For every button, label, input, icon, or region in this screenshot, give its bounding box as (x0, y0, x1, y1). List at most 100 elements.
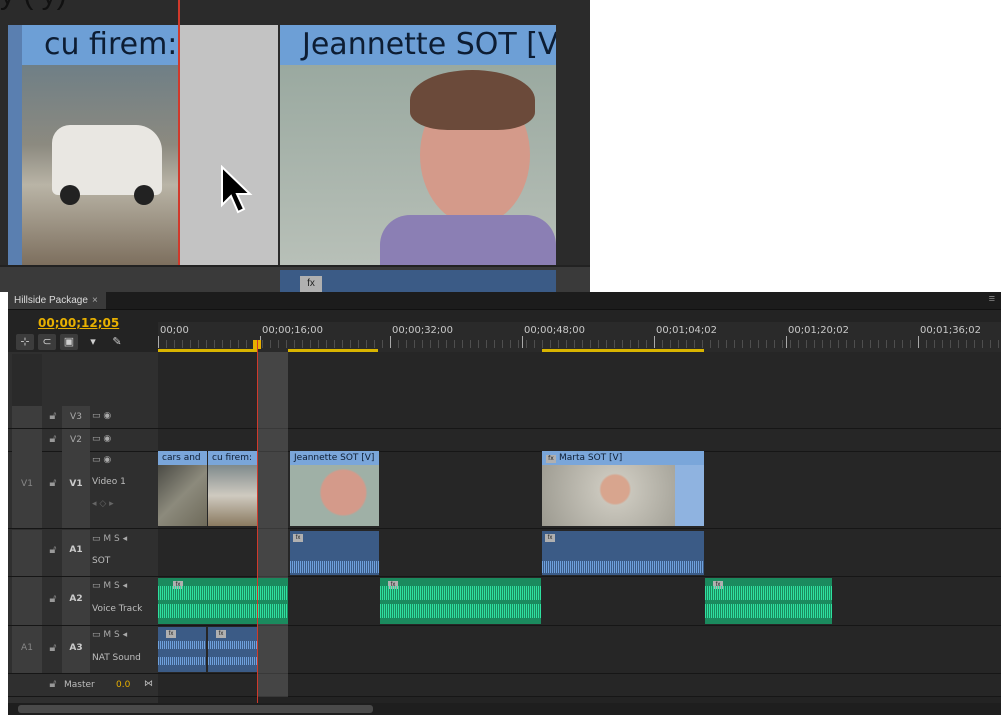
audio-clip-nat-1[interactable]: fx (158, 627, 206, 672)
ruler-major-tick (522, 336, 523, 348)
mute-button[interactable]: M (103, 534, 111, 544)
ruler-label: 00;01;20;02 (788, 325, 850, 336)
track-name-v1: Video 1 (92, 477, 126, 487)
keyframe-nav-icons[interactable]: ◂ ◇ ▸ (92, 499, 114, 509)
add-marker-icon[interactable]: ▣ (60, 334, 78, 350)
linked-selection-icon[interactable]: ⊂ (38, 334, 56, 350)
fx-badge: fx (545, 534, 555, 542)
track-row-a1: 🔓︎ A1 ▭ M S ◂ SOT (8, 530, 1001, 577)
track-audio-controls[interactable]: ▭ M S ◂ (92, 534, 127, 544)
solo-button[interactable]: S (114, 630, 120, 640)
video-clip-cars-and[interactable]: cars and (158, 451, 207, 526)
audio-waveform (208, 641, 258, 649)
zoom-clip-edge (8, 25, 22, 265)
zoomed-timeline-preview: y ( y) cu firem: Jeannette SOT [V] (0, 0, 590, 292)
lock-icon[interactable]: 🔓︎ (44, 433, 62, 446)
wrench-icon[interactable]: ✎ (108, 334, 126, 350)
zoom-thumbnail-jeannette (280, 65, 556, 265)
audio-waveform (290, 561, 379, 573)
solo-button[interactable]: S (114, 534, 120, 544)
zoom-clip-label: cu firem: (44, 27, 178, 62)
track-audio-controls[interactable]: ▭ M S ◂ (92, 630, 127, 640)
track-source-slot (12, 577, 42, 625)
audio-clip-voice-3[interactable]: fx (705, 578, 832, 624)
timeline-panel: Hillside Package × ≡ 00;00;12;05 ⊹ ⊂ ▣ ▾ … (8, 292, 1001, 715)
audio-waveform (705, 604, 832, 618)
tab-close-icon[interactable]: × (92, 295, 98, 306)
track-name-a1: SOT (92, 556, 111, 566)
track-target-a1[interactable]: A1 (62, 530, 90, 576)
audio-clip-nat-2[interactable]: fx (208, 627, 258, 672)
track-target-a3[interactable]: A3 (62, 626, 90, 673)
audio-clip-marta[interactable]: fx (542, 531, 704, 575)
solo-button[interactable]: S (114, 581, 120, 591)
mute-button[interactable]: M (103, 630, 111, 640)
fx-badge: fx (293, 534, 303, 542)
playhead-line[interactable] (257, 340, 258, 703)
track-row-v2: 🔓︎ V2 ▭ ◉ (8, 429, 1001, 452)
audio-clip-jeannette[interactable]: fx (290, 531, 379, 575)
clip-thumbnail (542, 465, 675, 526)
track-target-v3[interactable]: V3 (62, 406, 90, 428)
shirt-shape (380, 215, 556, 265)
panel-menu-icon[interactable]: ≡ (989, 293, 995, 305)
time-ruler[interactable]: 00;00 00;00;16;00 00;00;32;00 00;00;48;0… (158, 322, 1001, 353)
track-target-a2[interactable]: A2 (62, 577, 90, 625)
zoom-audio-clip: fx (280, 270, 556, 292)
video-clip-jeannette[interactable]: Jeannette SOT [V] (290, 451, 379, 526)
panel-tab-bar: Hillside Package × ≡ (8, 292, 1001, 310)
fx-badge: fx (166, 630, 176, 638)
track-output-icons[interactable]: ▭ ◉ (92, 434, 111, 444)
zoom-clip-jeannette: Jeannette SOT [V] (280, 25, 556, 265)
source-patch-a1[interactable]: A1 (12, 626, 42, 673)
fx-badge: fx (300, 276, 322, 292)
master-volume[interactable]: 0.0 (116, 680, 130, 690)
ruler-major-tick (390, 336, 391, 348)
track-row-a3: A1 🔓︎ A3 ▭ M S ◂ NAT Sound (8, 626, 1001, 674)
track-target-v2[interactable]: V2 (62, 429, 90, 451)
lock-icon[interactable]: 🔓︎ (44, 544, 62, 557)
playhead-timecode[interactable]: 00;00;12;05 (38, 316, 119, 330)
track-row-master: 🔓︎ Master 0.0 ⋈ (8, 674, 1001, 697)
clip-label: cu firem: (208, 451, 258, 465)
track-source-slot (12, 530, 42, 576)
track-output-icons[interactable]: ▭ ◉ (92, 411, 111, 421)
lock-icon[interactable]: 🔓︎ (44, 477, 62, 490)
tab-hillside-package[interactable]: Hillside Package × (8, 292, 106, 309)
track-target-v1[interactable]: V1 (62, 451, 90, 528)
audio-waveform (542, 561, 704, 573)
source-patch-v1[interactable]: V1 (12, 451, 42, 528)
horizontal-scrollbar[interactable] (8, 703, 1001, 715)
audio-waveform (158, 641, 206, 649)
audio-clip-voice-2[interactable]: fx (380, 578, 541, 624)
video-clip-marta[interactable]: fx Marta SOT [V] (542, 451, 704, 526)
ruler-label: 00;00 (160, 325, 189, 336)
video-clip-cu-firem[interactable]: cu firem: (208, 451, 258, 526)
zoom-clip-cu-firem: cu firem: (22, 25, 178, 265)
zoom-playhead (178, 0, 180, 292)
audio-waveform (208, 657, 258, 665)
zoom-thumbnail-cars (22, 65, 178, 265)
marker-icon[interactable]: ▾ (84, 334, 102, 350)
clip-label: fx Marta SOT [V] (542, 451, 704, 465)
track-audio-controls[interactable]: ▭ M S ◂ (92, 581, 127, 591)
audio-waveform (158, 604, 288, 618)
audio-waveform (380, 586, 541, 600)
scrollbar-thumb[interactable] (18, 705, 373, 713)
snap-icon[interactable]: ⊹ (16, 334, 34, 350)
lock-icon[interactable]: 🔓︎ (44, 642, 62, 655)
mute-button[interactable]: M (103, 581, 111, 591)
ruler-major-tick (786, 336, 787, 348)
audio-clip-voice-1[interactable]: fx (158, 578, 288, 624)
lock-icon[interactable]: 🔓︎ (44, 678, 62, 691)
ruler-major-tick (918, 336, 919, 348)
track-output-icons[interactable]: ▭ ◉ (92, 455, 111, 465)
zoom-gap-selection (178, 25, 278, 265)
clip-thumbnail (158, 465, 207, 526)
audio-waveform (380, 604, 541, 618)
lock-icon[interactable]: 🔓︎ (44, 410, 62, 423)
clip-thumbnail (290, 465, 379, 526)
lock-icon[interactable]: 🔓︎ (44, 593, 62, 606)
master-toggle-icon[interactable]: ⋈ (144, 679, 153, 689)
master-label: Master (64, 680, 95, 690)
